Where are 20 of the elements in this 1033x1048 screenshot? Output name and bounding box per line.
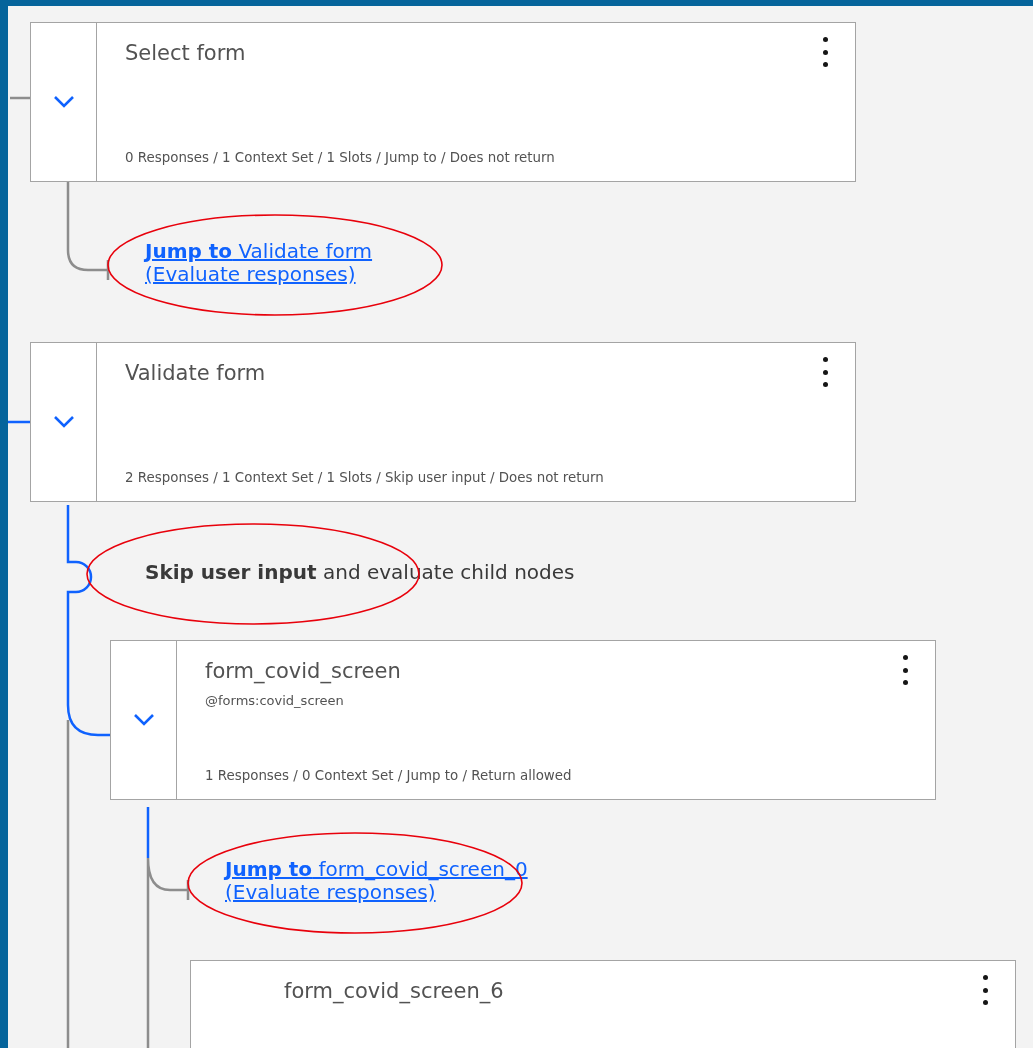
node-title: Select form (125, 40, 246, 67)
node-title: form_covid_screen (205, 658, 401, 685)
expand-toggle[interactable] (52, 95, 75, 109)
dialog-node-card[interactable]: form_covid_screen_6 (190, 960, 1016, 1048)
node-condition: @forms:covid_screen (205, 693, 344, 708)
node-summary: 2 Responses / 1 Context Set / 1 Slots / Skip user input / Does not return (125, 470, 604, 485)
node-title: Validate form (125, 360, 266, 387)
chevron-down-icon (52, 95, 75, 109)
connector-line (8, 420, 30, 424)
node-summary: 0 Responses / 1 Context Set / 1 Slots / Jump to / Does not return (125, 150, 555, 165)
chevron-down-icon (132, 713, 155, 727)
connector-line (10, 96, 30, 100)
dialog-node-card[interactable]: Validate form 2 Responses / 1 Context Set / 1 Slots / Skip user input / Does not return (30, 342, 856, 502)
dialog-node-card[interactable]: Select form 0 Responses / 1 Context Set / 1 Slots / Jump to / Does not return (30, 22, 856, 182)
node-summary: 1 Responses / 0 Context Set / Jump to / Return allowed (205, 768, 572, 783)
dialog-node-card[interactable]: form_covid_screen @forms:covid_screen 1 Responses / 0 Context Set / Jump to / Return allowed (110, 640, 936, 800)
expand-toggle[interactable] (132, 713, 155, 727)
expand-toggle[interactable] (52, 415, 75, 429)
chevron-down-icon (52, 415, 75, 429)
node-title: form_covid_screen_6 (284, 978, 504, 1005)
